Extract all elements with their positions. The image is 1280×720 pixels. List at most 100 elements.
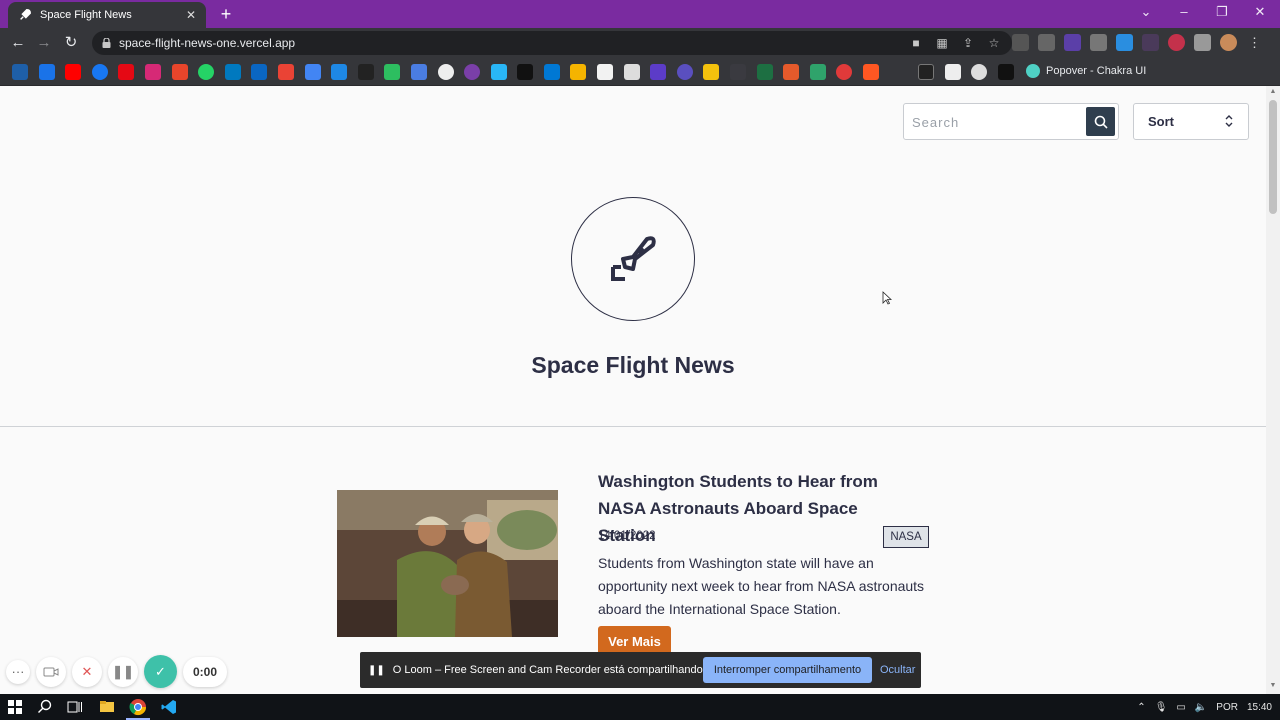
sort-select[interactable]: Sort <box>1133 103 1249 140</box>
task-view-icon[interactable] <box>66 698 84 716</box>
search-icon[interactable] <box>36 698 54 716</box>
bookmark-ob-icon[interactable] <box>676 64 693 80</box>
share-message: O Loom – Free Screen and Cam Recorder es… <box>392 664 748 676</box>
translate-icon[interactable]: ▦ <box>934 35 950 51</box>
bookmark-outlook-icon[interactable] <box>543 64 560 80</box>
bookmark-calendar-icon[interactable] <box>38 64 55 80</box>
chrome-icon[interactable] <box>129 698 147 716</box>
bookmark-c-icon[interactable] <box>918 64 934 80</box>
vscode-icon[interactable] <box>160 698 178 716</box>
extension-box-icon[interactable] <box>1142 34 1159 51</box>
bookmarks-bar: Popover - Chakra UI <box>0 58 1280 86</box>
browser-menu-icon[interactable]: ⋮ <box>1246 34 1263 51</box>
adblock-icon[interactable] <box>1168 34 1185 51</box>
minimize-icon[interactable]: – <box>1174 4 1194 19</box>
clock[interactable]: 15:40 <box>1247 702 1272 713</box>
hide-button[interactable]: Ocultar <box>880 657 915 683</box>
bookmark-popover-label: Popover - Chakra UI <box>1046 65 1147 77</box>
bookmark-1-icon[interactable] <box>12 64 28 80</box>
loom-camera-button[interactable] <box>36 656 66 687</box>
loom-more-button[interactable]: ··· <box>6 659 30 684</box>
profile-avatar[interactable] <box>1220 34 1237 51</box>
bookmark-whatsapp-icon[interactable] <box>198 64 215 80</box>
bookmark-252-icon[interactable] <box>464 64 481 80</box>
tab-search-icon[interactable]: ⌄ <box>1136 4 1156 20</box>
search-input[interactable] <box>912 111 1082 133</box>
bookmark-keep-icon[interactable] <box>703 64 720 80</box>
back-icon[interactable]: ← <box>8 33 28 53</box>
bookmark-white-icon[interactable] <box>944 64 961 80</box>
share-icon[interactable]: ⇪ <box>960 35 976 51</box>
address-bar[interactable]: space-flight-news-one.vercel.app ■ ▦ ⇪ ☆ <box>92 31 1012 55</box>
bookmark-linkedin-icon[interactable] <box>251 64 268 80</box>
bookmark-gmail-icon[interactable] <box>277 64 294 80</box>
bookmark-yellow-icon[interactable] <box>570 64 587 80</box>
tab-close-icon[interactable]: ✕ <box>186 8 196 22</box>
search-button[interactable] <box>1086 107 1115 136</box>
bookmark-youtube-icon[interactable] <box>65 64 82 80</box>
bookmark-s-icon[interactable] <box>783 64 800 80</box>
bookmark-docs-icon[interactable] <box>304 64 321 80</box>
bookmark-h-icon[interactable] <box>650 64 667 80</box>
loom-pause-button[interactable]: ❚❚ <box>108 656 138 687</box>
windows-start-icon[interactable] <box>6 698 24 716</box>
bookmark-red-icon[interactable] <box>836 64 853 80</box>
site-logo <box>571 197 695 321</box>
network-icon[interactable]: ▭ <box>1176 702 1185 713</box>
window-close-icon[interactable]: ✕ <box>1250 4 1270 20</box>
extension-grey-icon[interactable] <box>1038 34 1055 51</box>
forward-icon[interactable]: → <box>34 33 54 53</box>
bookmark-green-v-icon[interactable] <box>384 64 401 80</box>
new-tab-button[interactable]: + <box>216 4 236 24</box>
chevron-up-down-icon <box>1225 115 1233 127</box>
article-tag: NASA <box>883 526 929 548</box>
volume-icon[interactable]: 🔈 <box>1195 702 1207 713</box>
bookmark-notion-icon[interactable] <box>597 64 614 80</box>
bookmark-circle-icon[interactable] <box>971 64 988 80</box>
bookmark-sheet-icon[interactable] <box>809 64 826 80</box>
bookmark-brave-icon[interactable] <box>863 64 879 80</box>
bookmark-arrow-icon[interactable] <box>997 64 1014 80</box>
bookmark-ty-icon[interactable] <box>517 64 534 80</box>
bookmark-office-icon[interactable] <box>171 64 188 80</box>
extension-pen-icon[interactable] <box>1090 34 1107 51</box>
camera-icon[interactable]: ■ <box>908 35 924 51</box>
extension-purple-icon[interactable] <box>1064 34 1081 51</box>
bookmark-blue-icon[interactable] <box>331 64 348 80</box>
bookmark-w-icon[interactable] <box>623 64 640 80</box>
loom-cancel-button[interactable]: ✕ <box>72 656 102 687</box>
extensions-puzzle-icon[interactable] <box>1194 34 1211 51</box>
language-indicator[interactable]: POR <box>1216 702 1238 713</box>
bookmark-netflix-icon[interactable] <box>118 64 135 80</box>
extension-fx-icon[interactable] <box>1012 34 1029 51</box>
mouse-cursor-icon <box>882 291 892 305</box>
browser-tab[interactable]: Space Flight News ✕ <box>8 2 206 28</box>
camera-off-icon <box>43 667 59 676</box>
bookmark-excel-icon[interactable] <box>756 64 773 80</box>
bookmark-paw-icon[interactable] <box>490 64 507 80</box>
stop-sharing-button[interactable]: Interromper compartilhamento <box>703 657 872 683</box>
site-title: Space Flight News <box>531 352 735 378</box>
file-explorer-icon[interactable] <box>98 698 116 716</box>
bookmark-translate-icon[interactable] <box>410 64 427 80</box>
bookmark-github-icon[interactable] <box>437 64 454 80</box>
microphone-icon[interactable]: 🎙 <box>1155 702 1168 713</box>
bookmark-instagram-icon[interactable] <box>144 64 161 80</box>
bookmark-black-icon[interactable] <box>357 64 374 80</box>
bookmark-star-icon[interactable]: ☆ <box>986 35 1002 51</box>
bookmark-popover-chakra[interactable]: Popover - Chakra UI <box>1026 64 1146 78</box>
scroll-up-icon[interactable]: ▲ <box>1269 88 1277 95</box>
page-scrollbar[interactable]: ▲ ▼ <box>1266 86 1280 694</box>
sort-label: Sort <box>1148 114 1174 129</box>
scroll-thumb[interactable] <box>1269 100 1277 214</box>
bookmark-facebook-icon[interactable] <box>91 64 108 80</box>
browser-toolbar: ← → ↻ space-flight-news-one.vercel.app ■… <box>0 28 1280 58</box>
reload-icon[interactable]: ↻ <box>61 33 81 53</box>
bookmark-trello-icon[interactable] <box>224 64 241 80</box>
extension-drop-icon[interactable] <box>1116 34 1133 51</box>
tray-chevron-icon[interactable]: ⌃ <box>1137 702 1145 713</box>
restore-icon[interactable]: ❐ <box>1212 4 1232 20</box>
scroll-down-icon[interactable]: ▼ <box>1269 682 1277 689</box>
loom-finish-button[interactable]: ✓ <box>144 655 177 688</box>
bookmark-dark-icon[interactable] <box>730 64 747 80</box>
